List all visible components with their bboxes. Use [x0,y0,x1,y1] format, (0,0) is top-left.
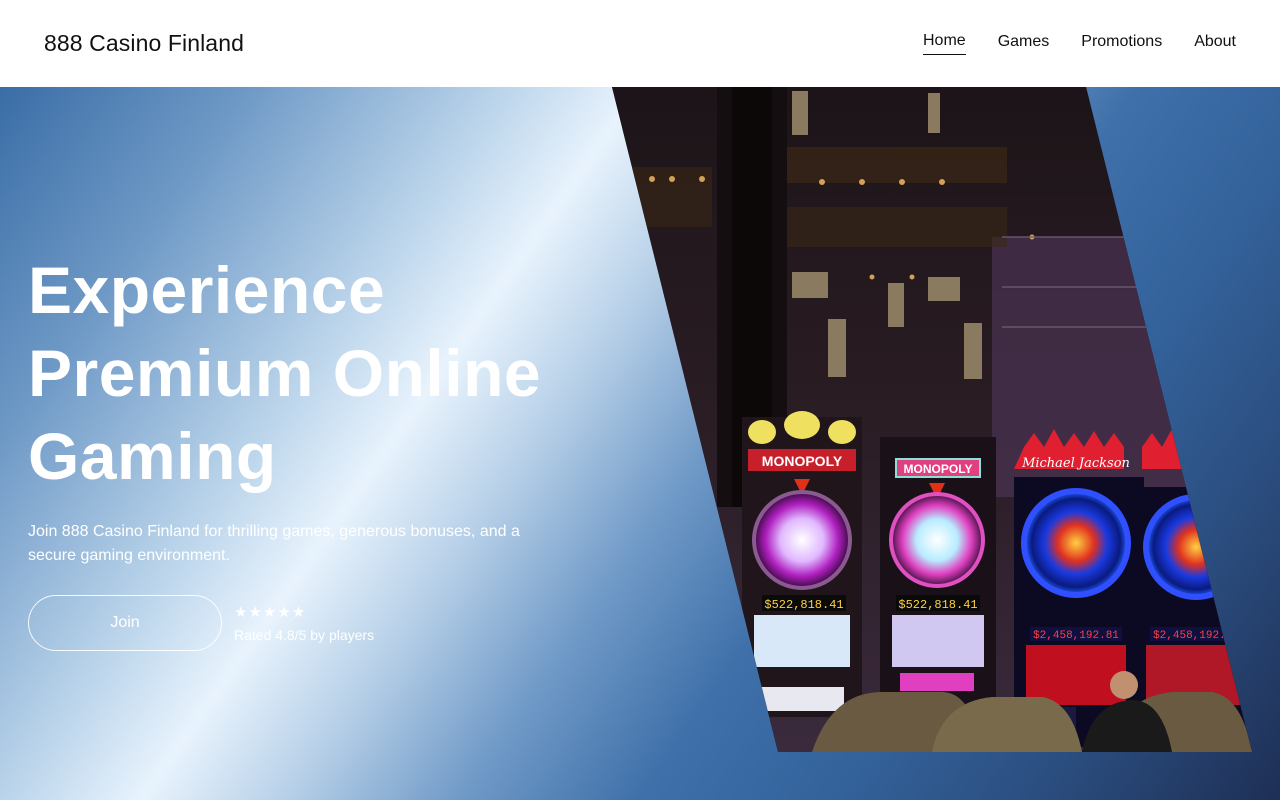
rating-stars-icon: ★★★★★ [234,603,307,621]
nav-link-games[interactable]: Games [998,33,1050,55]
site-header: 888 Casino Finland Home Games Promotions… [0,0,1280,87]
hero-content: Experience Premium Online Gaming Join 88… [28,249,588,568]
main-nav: Home Games Promotions About [923,32,1236,55]
headline-line: Premium Online [28,336,542,410]
svg-text:$2,458,192.81: $2,458,192.81 [1153,630,1239,642]
casino-slot-machines-photo: MONOPOLY $522,818.41 MONOPOLY $522,818.4… [612,87,1252,752]
nav-link-about[interactable]: About [1194,33,1236,55]
headline-line: Experience [28,253,386,327]
hero-subtext: Join 888 Casino Finland for thrilling ga… [28,523,520,564]
svg-text:$522,818.41: $522,818.41 [898,598,977,612]
join-button[interactable]: Join [28,595,222,651]
svg-text:Michael Jackson: Michael Jackson [1021,456,1130,471]
rating-text: Rated 4.8/5 by players [234,627,375,643]
nav-link-promotions[interactable]: Promotions [1081,33,1162,55]
nav-link-home[interactable]: Home [923,32,966,55]
casino-photo-illustration: MONOPOLY $522,818.41 MONOPOLY $522,818.4… [612,87,1252,752]
hero-cta-row: Join ★★★★★ Rated 4.8/5 by players [28,595,374,651]
rating-block: ★★★★★ Rated 4.8/5 by players [234,603,374,643]
svg-text:$2,458,192.81: $2,458,192.81 [1033,630,1119,642]
hero-section: MONOPOLY $522,818.41 MONOPOLY $522,818.4… [0,87,1280,800]
hero-headline: Experience Premium Online Gaming [28,249,588,498]
brand-logo[interactable]: 888 Casino Finland [44,30,244,57]
svg-text:MONOPOLY: MONOPOLY [762,453,843,469]
svg-text:MONOPOLY: MONOPOLY [904,462,973,476]
svg-text:$522,818.41: $522,818.41 [764,598,843,612]
headline-line: Gaming [28,419,277,493]
